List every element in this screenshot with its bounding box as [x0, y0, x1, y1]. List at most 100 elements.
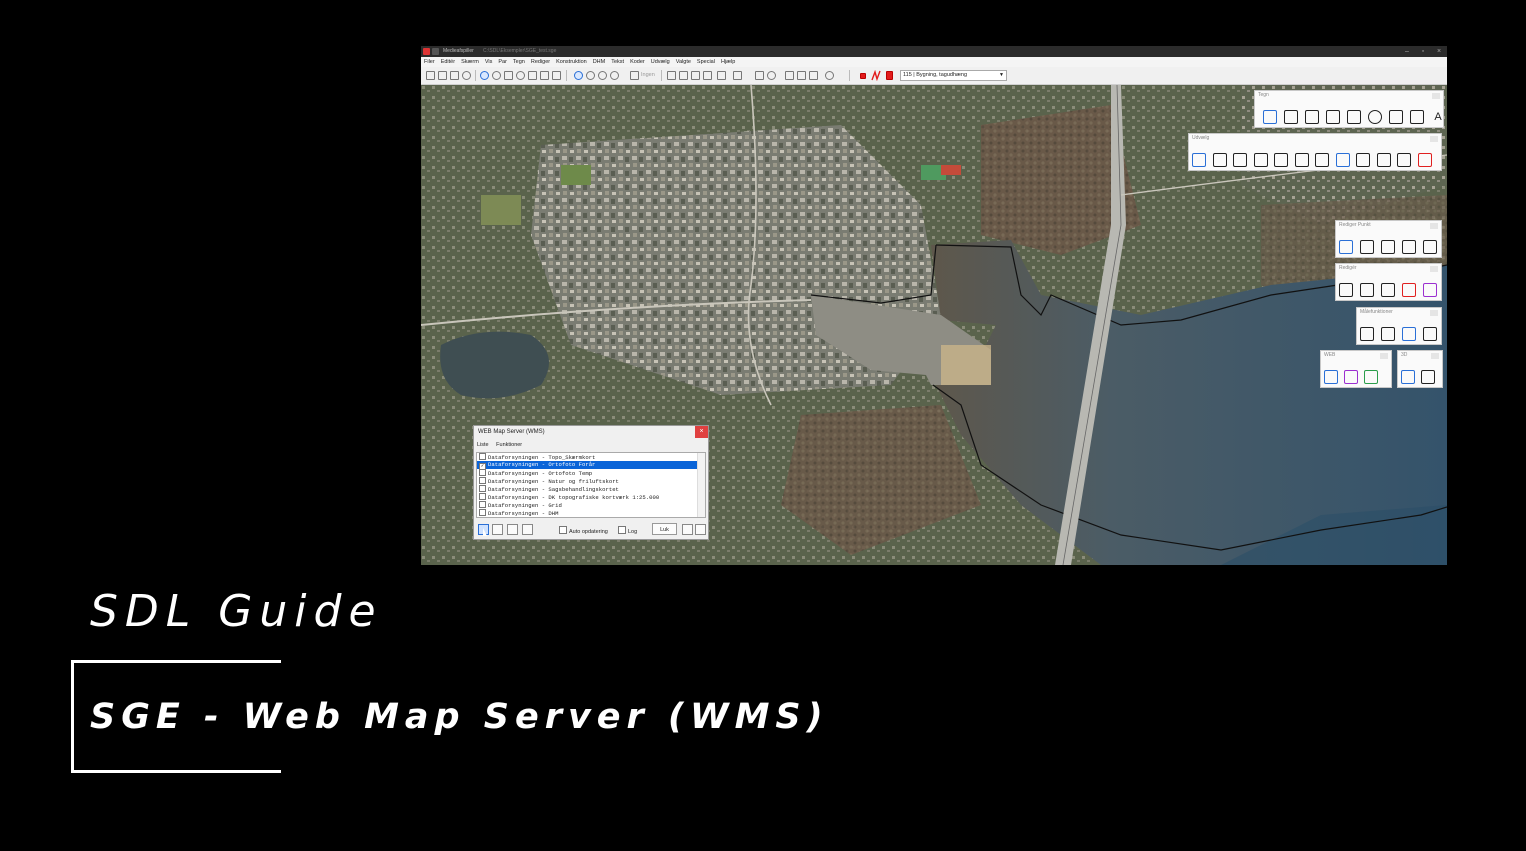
back-arrow-icon[interactable]: [540, 71, 549, 80]
new-file-icon[interactable]: [426, 71, 435, 80]
rectangle-icon[interactable]: [1410, 110, 1424, 124]
measure-area-icon[interactable]: [1381, 327, 1395, 341]
point-icon[interactable]: [1263, 110, 1277, 124]
list-item[interactable]: Dataforsyningen - Topo_Skærmkort: [477, 453, 705, 461]
cloud-icon[interactable]: [785, 71, 794, 80]
insert-point-icon[interactable]: [1381, 240, 1395, 254]
move-icon[interactable]: [1360, 283, 1374, 297]
menu-item-valgte[interactable]: Valgte: [673, 57, 694, 67]
layer-checkbox[interactable]: [479, 501, 486, 508]
add-box-icon[interactable]: [1253, 153, 1268, 167]
find-next-icon[interactable]: [1423, 240, 1437, 254]
move-point-icon[interactable]: [1339, 240, 1353, 254]
divide-icon[interactable]: [1233, 153, 1247, 167]
wms-next-icon[interactable]: [1364, 370, 1378, 384]
layer-checkbox[interactable]: [479, 453, 486, 460]
menu-item-special[interactable]: Special: [694, 57, 718, 67]
square-icon[interactable]: [755, 71, 764, 80]
layer-select[interactable]: 115 | Bygning, tagudhæng ▼: [900, 70, 1007, 81]
dialog-menu-funktioner[interactable]: Funktioner: [496, 442, 522, 448]
pan-hand-icon[interactable]: [504, 71, 513, 80]
move-down-icon[interactable]: [695, 524, 706, 535]
view-3-icon[interactable]: [598, 71, 607, 80]
close-icon[interactable]: ×: [1431, 46, 1447, 57]
log-checkbox[interactable]: Log: [618, 526, 637, 535]
3d-profile-icon[interactable]: [1421, 370, 1435, 384]
layer-checkbox[interactable]: [479, 469, 486, 476]
layer-checkbox[interactable]: [479, 477, 486, 484]
view-2-icon[interactable]: [586, 71, 595, 80]
copy-icon[interactable]: [1339, 283, 1353, 297]
menu-item-filer[interactable]: Filer: [421, 57, 438, 67]
palette-close-icon[interactable]: [1430, 136, 1438, 142]
menu-item-hjaelp[interactable]: Hjælp: [718, 57, 738, 67]
menu-item-konstruktion[interactable]: Konstruktion: [553, 57, 590, 67]
palette-close-icon[interactable]: [1431, 353, 1439, 359]
layer-checkbox[interactable]: [479, 485, 486, 492]
refresh-icon[interactable]: [528, 71, 537, 80]
list-item[interactable]: Dataforsyningen - Ortofoto Temp: [477, 469, 705, 477]
zoom-extent-icon[interactable]: [516, 71, 525, 80]
dialog-menu-liste[interactable]: Liste: [477, 442, 489, 448]
book-icon[interactable]: [809, 71, 818, 80]
menu-item-editer[interactable]: Editér: [438, 57, 458, 67]
menu-item-rediger[interactable]: Rediger: [528, 57, 553, 67]
measure-angle-icon[interactable]: [1423, 327, 1437, 341]
zoom-in-icon[interactable]: [480, 71, 489, 80]
checkbox-tool-icon[interactable]: [667, 71, 676, 80]
select-code-icon[interactable]: [1335, 153, 1350, 167]
pen-icon[interactable]: [679, 71, 688, 80]
spline-icon[interactable]: [1326, 110, 1340, 124]
forward-arrow-icon[interactable]: [552, 71, 561, 80]
maximize-icon[interactable]: ▫: [1415, 46, 1431, 57]
find-point-icon[interactable]: [1402, 240, 1416, 254]
select-area-icon[interactable]: [1294, 153, 1309, 167]
polyline-icon[interactable]: [1305, 110, 1319, 124]
polygon-icon[interactable]: [1347, 110, 1361, 124]
red-polyline-icon[interactable]: [871, 70, 881, 81]
3d-view-icon[interactable]: [1401, 370, 1415, 384]
select-line-icon[interactable]: [1315, 153, 1329, 167]
server-info-icon[interactable]: [522, 524, 533, 535]
edit-point-icon[interactable]: [1360, 240, 1374, 254]
select-all-icon[interactable]: [1356, 153, 1370, 167]
list-item[interactable]: Dataforsyningen - DHM: [477, 509, 705, 517]
add-icon[interactable]: [1212, 153, 1227, 167]
layer-checkbox[interactable]: [479, 493, 486, 500]
view-1-icon[interactable]: [574, 71, 583, 80]
menu-item-koder[interactable]: Koder: [627, 57, 648, 67]
palette-close-icon[interactable]: [1430, 310, 1438, 316]
open-folder-icon[interactable]: [438, 71, 447, 80]
delete-selection-icon[interactable]: [1417, 153, 1432, 167]
list-item[interactable]: Dataforsyningen - DK topografiske kortvæ…: [477, 493, 705, 501]
red-color-swatch-icon[interactable]: [886, 71, 893, 80]
properties-icon[interactable]: [1423, 283, 1437, 297]
menu-item-tekst[interactable]: Tekst: [608, 57, 627, 67]
layer-none-icon[interactable]: [630, 71, 639, 80]
delete-icon[interactable]: [1402, 283, 1416, 297]
transform-icon[interactable]: [1381, 283, 1395, 297]
zoom-out-icon[interactable]: [492, 71, 501, 80]
menu-item-vis[interactable]: Vis: [482, 57, 496, 67]
measure-settings-icon[interactable]: [1402, 327, 1416, 341]
export-icon[interactable]: [797, 71, 806, 80]
list-scrollbar[interactable]: [697, 453, 705, 517]
palette-close-icon[interactable]: [1432, 93, 1440, 99]
wms-icon[interactable]: [1324, 370, 1338, 384]
menu-item-udvaelg[interactable]: Udvælg: [648, 57, 673, 67]
menu-item-par[interactable]: Par: [495, 57, 510, 67]
palette-close-icon[interactable]: [1380, 353, 1388, 359]
info-icon[interactable]: [462, 71, 471, 80]
menu-item-skaerm[interactable]: Skærm: [458, 57, 482, 67]
box-select-icon[interactable]: [717, 71, 726, 80]
minimize-icon[interactable]: –: [1399, 46, 1415, 57]
circle-icon[interactable]: [1368, 110, 1382, 124]
auto-update-checkbox[interactable]: Auto opdatering: [559, 526, 608, 535]
move-selection-icon[interactable]: [1397, 153, 1411, 167]
dialog-close-button[interactable]: ×: [695, 426, 708, 438]
wms-refresh-icon[interactable]: [1344, 370, 1358, 384]
line-icon[interactable]: [703, 71, 712, 80]
circle-tool-icon[interactable]: [767, 71, 776, 80]
menu-item-dhm[interactable]: DHM: [590, 57, 609, 67]
palette-close-icon[interactable]: [1430, 223, 1438, 229]
